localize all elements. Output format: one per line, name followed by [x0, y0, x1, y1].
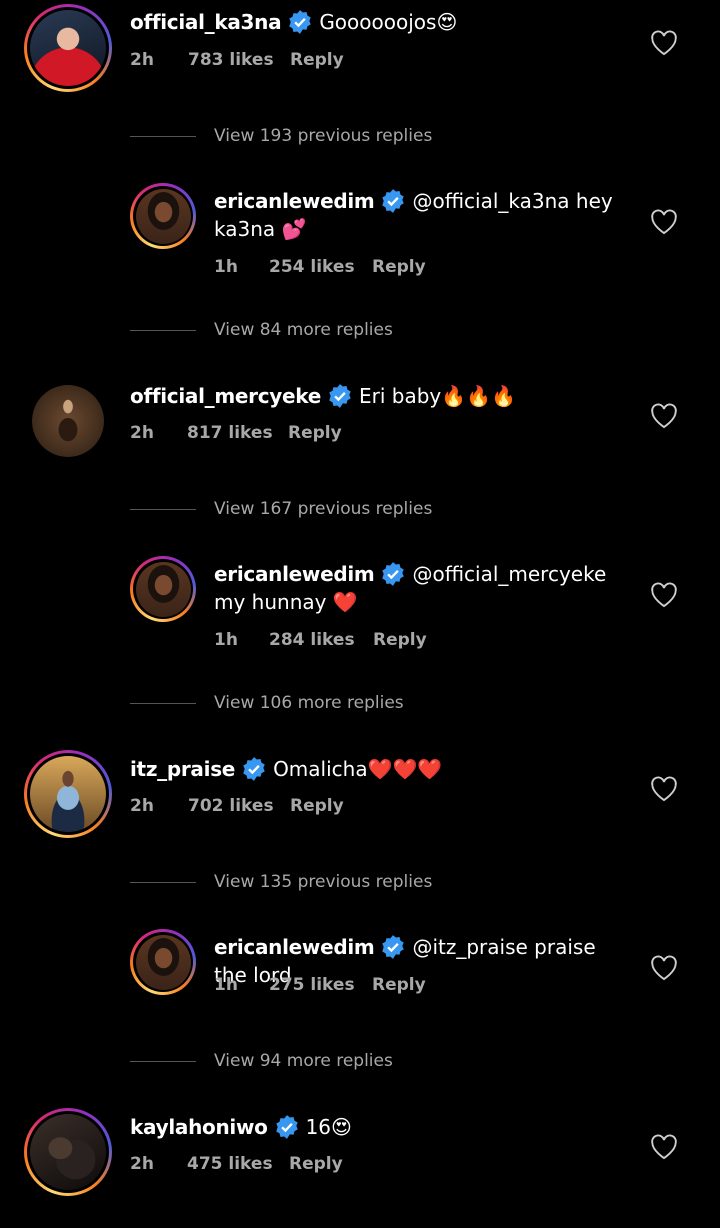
heart-outline-icon[interactable] [650, 30, 678, 56]
verified-badge-icon [382, 935, 405, 959]
view-replies-text: View 167 previous replies [214, 499, 433, 519]
avatar[interactable] [24, 4, 112, 92]
reply-button[interactable]: Reply [372, 975, 426, 995]
reply-button[interactable]: Reply [372, 257, 426, 277]
comment-time: 2h [130, 50, 154, 70]
comment-text-line: kaylahoniwo 16😍 [130, 1113, 352, 1141]
comment-time: 1h [214, 975, 238, 995]
comment-time: 2h [130, 1154, 154, 1174]
heart-outline-icon[interactable] [650, 955, 678, 981]
avatar[interactable] [130, 929, 196, 995]
comment-likes[interactable]: 475 likes [187, 1154, 273, 1174]
verified-badge-icon [329, 384, 351, 408]
comment-text: Eri baby🔥🔥🔥 [359, 384, 516, 408]
comment-likes[interactable]: 817 likes [187, 423, 273, 443]
reply-button[interactable]: Reply [290, 50, 344, 70]
verified-badge-icon [382, 562, 405, 586]
verified-badge-icon [275, 1115, 298, 1139]
comment-username[interactable]: ericanlewedim [214, 189, 375, 213]
avatar-image [135, 561, 191, 617]
divider [130, 509, 196, 510]
comment-time: 2h [130, 423, 154, 443]
comment-likes[interactable]: 254 likes [269, 257, 355, 277]
comment-text-line: itz_praise Omalicha❤️❤️❤️ [130, 755, 442, 783]
heart-outline-icon[interactable] [650, 582, 678, 608]
avatar-image [135, 188, 191, 244]
heart-outline-icon[interactable] [650, 776, 678, 802]
divider [130, 882, 196, 883]
comment-text-line: official_mercyeke Eri baby🔥🔥🔥 [130, 382, 516, 410]
view-replies-text: View 193 previous replies [214, 126, 433, 146]
comment-time: 1h [214, 257, 238, 277]
comment-username[interactable]: official_mercyeke [130, 384, 321, 408]
comment-username[interactable]: itz_praise [130, 757, 235, 781]
view-replies-text: View 94 more replies [214, 1051, 393, 1071]
comment-likes[interactable]: 783 likes [188, 50, 274, 70]
heart-outline-icon[interactable] [650, 403, 678, 429]
comment-time: 2h [130, 796, 154, 816]
comment-text: Goooooojos😍 [319, 10, 458, 34]
divider [130, 703, 196, 704]
avatar-image [135, 934, 191, 990]
comment-username[interactable]: official_ka3na [130, 10, 282, 34]
divider [130, 136, 196, 137]
comment-text: Omalicha❤️❤️❤️ [273, 757, 443, 781]
avatar-image [30, 1114, 106, 1190]
divider [130, 330, 196, 331]
view-replies-text: View 84 more replies [214, 320, 393, 340]
comment-username[interactable]: ericanlewedim [214, 562, 375, 586]
avatar[interactable] [24, 750, 112, 838]
comment-text-line: official_ka3na Goooooojos😍 [130, 8, 457, 36]
comment-likes[interactable]: 275 likes [269, 975, 355, 995]
comment-text-line: ericanlewedim @official_mercyeke my hunna… [214, 560, 624, 616]
comments-screen: official_ka3na Goooooojos😍 2h 783 likes R… [0, 0, 720, 1228]
comment-username[interactable]: ericanlewedim [214, 935, 375, 959]
view-replies-text: View 106 more replies [214, 693, 404, 713]
reply-button[interactable]: Reply [290, 796, 344, 816]
avatar[interactable] [32, 385, 104, 457]
comment-text-line: ericanlewedim @official_ka3na hey ka3na 💕 [214, 187, 624, 243]
avatar[interactable] [130, 183, 196, 249]
comment-likes[interactable]: 284 likes [269, 630, 355, 650]
reply-button[interactable]: Reply [289, 1154, 343, 1174]
heart-outline-icon[interactable] [650, 1134, 678, 1160]
verified-badge-icon [382, 189, 405, 213]
avatar-image [30, 10, 106, 86]
reply-button[interactable]: Reply [288, 423, 342, 443]
avatar-image [30, 756, 106, 832]
avatar[interactable] [24, 1108, 112, 1196]
heart-outline-icon[interactable] [650, 209, 678, 235]
comment-likes[interactable]: 702 likes [188, 796, 274, 816]
comment-username[interactable]: kaylahoniwo [130, 1115, 268, 1139]
verified-badge-icon [243, 757, 265, 781]
view-replies-text: View 135 previous replies [214, 872, 433, 892]
comment-time: 1h [214, 630, 238, 650]
verified-badge-icon [289, 10, 312, 34]
divider [130, 1061, 196, 1062]
avatar[interactable] [130, 556, 196, 622]
reply-button[interactable]: Reply [373, 630, 427, 650]
comment-text: 16😍 [305, 1115, 352, 1139]
